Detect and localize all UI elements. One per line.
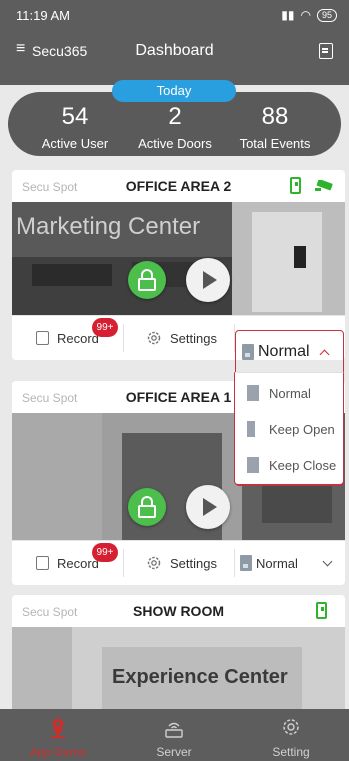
mode-option-label: Keep Open [269, 421, 335, 437]
card-header: Secu Spot SHOW ROOM [12, 595, 345, 627]
door-closed-icon [247, 457, 259, 473]
card-header: Secu Spot OFFICE AREA 2 [12, 170, 345, 202]
stat-label: Total Events [239, 136, 311, 151]
stat-label: Active Doors [138, 136, 212, 151]
records-button[interactable]: Record [36, 316, 99, 360]
mode-option-normal[interactable]: Normal [235, 375, 343, 411]
records-badge: 99+ [92, 318, 118, 337]
wall-sign: Marketing Center [16, 213, 200, 240]
mode-select-open[interactable]: Normal [242, 331, 342, 373]
chevron-up-icon [319, 349, 330, 359]
tab-server[interactable]: Server [116, 709, 232, 761]
wall-sign: Experience Center [112, 666, 288, 688]
stat-total-events[interactable]: 88 Total Events [220, 103, 330, 152]
door-camera-view[interactable]: Experience Center [12, 627, 345, 715]
divider [123, 549, 124, 577]
settings-button[interactable]: Settings [146, 316, 217, 360]
stat-active-user[interactable]: 54 Active User [20, 103, 130, 152]
signal-icon: ▮▮ [281, 8, 295, 22]
status-icons: ▮▮ ◠ 95 [281, 8, 337, 22]
door-status-icon [290, 177, 301, 194]
records-badge: 99+ [92, 543, 118, 562]
page-title: Dashboard [135, 42, 214, 59]
door-mode-icon [240, 555, 252, 571]
server-icon [165, 722, 183, 738]
door-open-icon [247, 421, 255, 437]
divider [123, 324, 124, 352]
mode-select[interactable]: Normal [240, 541, 345, 585]
record-icon [36, 331, 49, 345]
chevron-down-icon [322, 556, 333, 567]
gear-icon [283, 719, 299, 735]
mode-value: Normal [256, 555, 298, 571]
tab-label: Setting [272, 745, 310, 759]
report-icon[interactable] [319, 43, 333, 59]
app-demo-icon [51, 718, 65, 738]
status-time: 11:19 AM [16, 8, 70, 23]
stat-value: 2 [168, 103, 182, 130]
settings-label: Settings [170, 555, 217, 571]
camera-icon [315, 180, 333, 191]
showroom-photo: Experience Center [12, 627, 345, 715]
mode-menu: Normal Keep Open Keep Close [234, 372, 344, 485]
status-bar: 11:19 AM ▮▮ ◠ 95 [0, 0, 349, 30]
office-photo: Marketing Center [12, 202, 345, 315]
play-button[interactable] [186, 485, 230, 529]
tab-setting[interactable]: Setting [233, 709, 349, 761]
battery-icon: 95 [316, 8, 337, 22]
door-camera-view[interactable]: Marketing Center [12, 202, 345, 315]
gear-icon [147, 556, 161, 570]
door-card: Secu Spot SHOW ROOM Experience Center [12, 595, 345, 715]
app-header: 11:19 AM ▮▮ ◠ 95 ≡ Secu365 Dashboard [0, 0, 349, 85]
settings-label: Settings [170, 330, 217, 346]
tab-app-demo[interactable]: App Demo [0, 709, 116, 761]
today-badge[interactable]: Today [112, 80, 236, 102]
door-status-icon [316, 602, 327, 619]
mode-option-keep-open[interactable]: Keep Open [235, 411, 343, 447]
door-mode-icon [242, 344, 254, 360]
tab-label: Server [156, 745, 192, 759]
mode-option-keep-close[interactable]: Keep Close [235, 447, 343, 483]
stat-active-doors[interactable]: 2 Active Doors [120, 103, 230, 152]
card-footer: Record 99+ Settings Normal [12, 540, 345, 585]
stat-label: Active User [41, 136, 109, 151]
settings-button[interactable]: Settings [146, 541, 217, 585]
bottom-tab-bar: App Demo Server Setting [0, 709, 349, 761]
tab-label: App Demo [29, 745, 87, 759]
mode-option-label: Keep Close [269, 457, 337, 473]
mode-option-label: Normal [269, 385, 311, 401]
title-bar: ≡ Secu365 Dashboard [0, 34, 349, 64]
wifi-icon: ◠ [300, 8, 311, 22]
stat-value: 88 [261, 103, 289, 130]
area-name: SHOW ROOM [133, 603, 224, 619]
play-button[interactable] [186, 258, 230, 302]
unlock-button[interactable] [128, 261, 166, 299]
divider [234, 549, 235, 577]
gear-icon [147, 331, 161, 345]
stat-value: 54 [61, 103, 89, 130]
records-button[interactable]: Record [36, 541, 99, 585]
mode-value: Normal [258, 343, 310, 360]
unlock-button[interactable] [128, 488, 166, 526]
record-icon [36, 556, 49, 570]
normal-mode-icon [247, 385, 259, 401]
